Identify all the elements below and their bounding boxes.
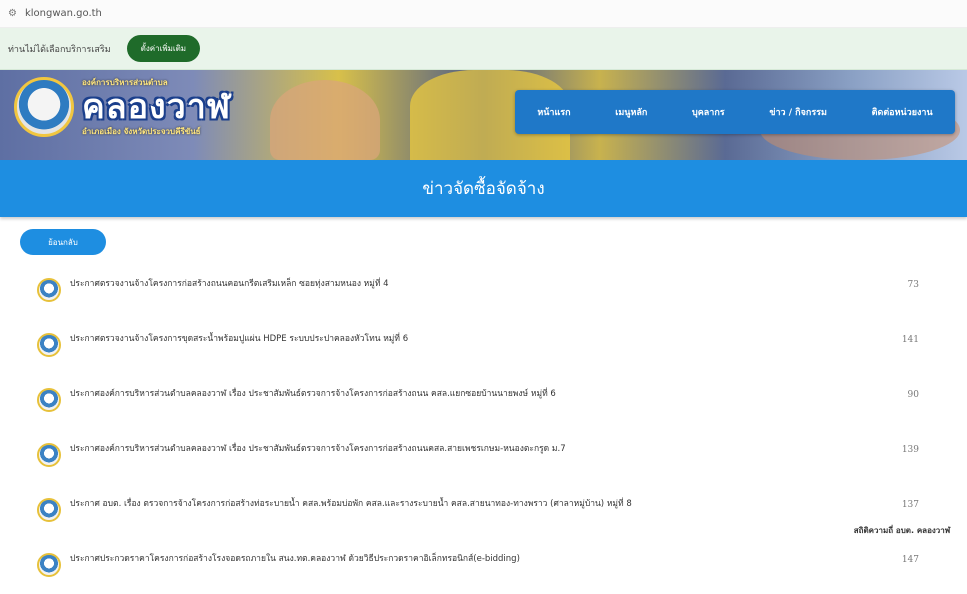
item-title[interactable]: ประกาศองค์การบริหารส่วนตำบลคลองวาฬ เรื่อ… (70, 386, 556, 400)
stats-label[interactable]: สถิติความถี่ อบต. คลองวาฬ (842, 526, 962, 536)
url-text[interactable]: klongwan.go.th (25, 8, 102, 19)
view-count: 90 (907, 390, 919, 400)
nav-news[interactable]: ข่าว / กิจกรรม (769, 105, 827, 119)
emblem-icon (37, 498, 61, 522)
nav-personnel[interactable]: บุคลากร (692, 105, 725, 119)
list-item[interactable]: ประกาศตรวจงานจ้างโครงการก่อสร้างถนนคอนกร… (0, 264, 967, 319)
emblem-icon (37, 333, 61, 357)
view-count: 147 (901, 555, 919, 565)
site-header: องค์การบริหารส่วนตำบล คลองวาฬ อำเภอเมือง… (0, 70, 967, 160)
emblem-icon (37, 553, 61, 577)
org-name: คลองวาฬ (82, 87, 232, 127)
item-title[interactable]: ประกาศตรวจงานจ้างโครงการขุดสระน้ำพร้อมปู… (70, 331, 408, 345)
view-count: 137 (901, 500, 919, 510)
view-count: 139 (901, 445, 919, 455)
address-bar[interactable]: ⚙ klongwan.go.th (0, 0, 967, 28)
main-nav: หน้าแรก เมนูหลัก บุคลากร ข่าว / กิจกรรม … (515, 90, 955, 134)
notice-text: ท่านไม่ได้เลือกบริการเสริม (8, 44, 111, 55)
site-logo[interactable]: องค์การบริหารส่วนตำบล คลองวาฬ อำเภอเมือง… (14, 76, 231, 138)
cookie-notice: ท่านไม่ได้เลือกบริการเสริม ตั้งค่าเพิ่มเ… (0, 28, 967, 70)
item-title[interactable]: ประกาศองค์การบริหารส่วนตำบลคลองวาฬ เรื่อ… (70, 441, 566, 455)
list-item[interactable]: ประกาศองค์การบริหารส่วนตำบลคลองวาฬ เรื่อ… (0, 429, 967, 484)
item-title[interactable]: ประกาศ อบต. เรื่อง ตรวจการจ้างโครงการก่อ… (70, 496, 632, 510)
item-title[interactable]: ประกาศประกวดราคาโครงการก่อสร้างโรงจอดรถภ… (70, 551, 520, 565)
org-location: อำเภอเมือง จังหวัดประจวบคีรีขันธ์ (82, 127, 201, 136)
header-photo-shape (270, 80, 380, 160)
emblem-icon (37, 388, 61, 412)
nav-home[interactable]: หน้าแรก (537, 105, 570, 119)
nav-main-menu[interactable]: เมนูหลัก (615, 105, 647, 119)
list-item[interactable]: ประกาศตรวจงานจ้างโครงการขุดสระน้ำพร้อมปู… (0, 319, 967, 374)
item-title[interactable]: ประกาศตรวจงานจ้างโครงการก่อสร้างถนนคอนกร… (70, 276, 389, 290)
list-item[interactable]: ประกาศประกวดราคาโครงการก่อสร้างโรงจอดรถภ… (0, 539, 967, 594)
emblem-icon (37, 443, 61, 467)
emblem-icon (14, 77, 74, 137)
nav-contact[interactable]: ติดต่อหน่วยงาน (872, 105, 933, 119)
view-count: 141 (901, 335, 919, 345)
notice-settings-button[interactable]: ตั้งค่าเพิ่มเติม (126, 35, 201, 62)
page-title-banner: ข่าวจัดซื้อจัดจ้าง (0, 160, 967, 217)
page-title: ข่าวจัดซื้อจัดจ้าง (422, 179, 545, 199)
emblem-icon (37, 278, 61, 302)
list-item[interactable]: ประกาศ อบต. เรื่อง ตรวจการจ้างโครงการก่อ… (0, 484, 967, 539)
view-count: 73 (907, 280, 919, 290)
site-info-icon[interactable]: ⚙ (8, 8, 17, 19)
procurement-list: ประกาศตรวจงานจ้างโครงการก่อสร้างถนนคอนกร… (0, 264, 967, 594)
back-button[interactable]: ย้อนกลับ (20, 229, 106, 255)
list-item[interactable]: ประกาศองค์การบริหารส่วนตำบลคลองวาฬ เรื่อ… (0, 374, 967, 429)
